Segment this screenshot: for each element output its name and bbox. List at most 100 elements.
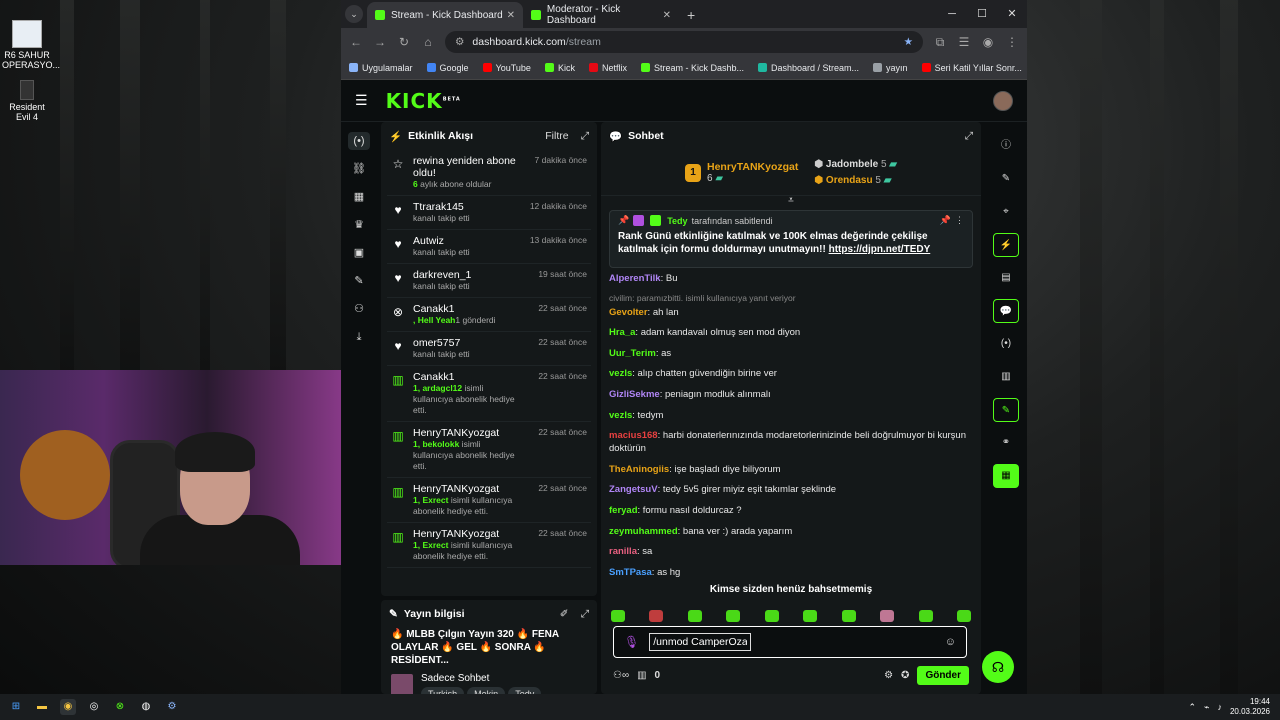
activity-item[interactable]: ⊗ Canakk1, Hell Yeah1 gönderdi 22 saat önc… <box>387 298 591 332</box>
extensions-icon[interactable]: ⧉ <box>933 35 947 50</box>
live-icon[interactable]: (•) <box>348 132 370 150</box>
chat-username[interactable]: TheAninogiis <box>609 464 669 475</box>
media-icon[interactable]: ☰ <box>957 35 971 49</box>
popout-icon[interactable]: ⤢ <box>581 130 589 143</box>
hamburger-menu-icon[interactable]: ☰ <box>355 92 368 109</box>
chat-message[interactable]: vezls: tedym <box>609 409 973 422</box>
chat-username[interactable]: macius168 <box>609 430 658 441</box>
bookmark-item[interactable]: Dashboard / Stream... <box>758 63 859 73</box>
forward-icon[interactable]: → <box>373 35 387 49</box>
close-tab-icon[interactable]: ✕ <box>507 10 515 21</box>
site-info-icon[interactable]: ⚙ <box>455 36 464 48</box>
chevron-up-icon[interactable]: ⌃ <box>1188 702 1196 713</box>
new-tab-button[interactable]: + <box>687 7 695 23</box>
reload-icon[interactable]: ↻ <box>397 35 411 49</box>
chat-message[interactable]: vezls: alıp chatten güvendiğin birine ve… <box>609 367 973 380</box>
emote-icon[interactable] <box>611 610 625 622</box>
obs-icon[interactable]: ◎ <box>86 699 102 715</box>
desktop-icon-resident-evil[interactable]: Resident Evil 4 <box>2 80 52 122</box>
chat-username[interactable]: SmTPasa <box>609 567 652 578</box>
activity-item[interactable]: ▥ HenryTANKyozgat 1, Exrect isimli kullanı… <box>387 523 591 568</box>
chat-username[interactable]: ranilla <box>609 546 637 557</box>
close-window-button[interactable]: ✕ <box>997 0 1027 28</box>
emote-icon[interactable] <box>880 610 895 622</box>
wrench-icon[interactable]: ✎ <box>348 272 370 290</box>
gift-icon[interactable]: ▥ <box>637 670 646 681</box>
windows-start-icon[interactable]: ⊞ <box>8 699 24 715</box>
chat-message[interactable]: macius168: harbi donaterlerınızında moda… <box>609 429 973 455</box>
chat-username[interactable]: ZangetsuV <box>609 484 658 495</box>
emote-icon[interactable] <box>956 610 971 622</box>
emote-icon[interactable] <box>918 610 933 622</box>
activity-item[interactable]: ♥ omer5757 kanalı takip etti 22 saat önce <box>387 332 591 366</box>
emoji-picker-icon[interactable]: ☺ <box>945 636 956 648</box>
tab-stream-dashboard[interactable]: Stream - Kick Dashboard ✕ <box>367 2 523 28</box>
bookmark-item[interactable]: Kick <box>544 63 575 73</box>
kick-logo[interactable]: KICKBETA <box>386 89 461 113</box>
link-icon[interactable]: ⛓ <box>348 160 370 178</box>
chat-username[interactable]: Hra_a <box>609 327 635 338</box>
users-icon[interactable]: ⚇ <box>348 300 370 318</box>
chat-message[interactable]: Gevolter: ah lan <box>609 306 973 319</box>
home-icon[interactable]: ⌂ <box>421 35 435 49</box>
bookmark-item[interactable]: Seri Katil Yıllar Sonr... <box>921 63 1022 73</box>
chat-username[interactable]: vezls <box>609 368 632 379</box>
chat-message[interactable]: feryad: formu nasıl doldurcaz ? <box>609 504 973 517</box>
emote-icon[interactable] <box>687 610 702 622</box>
activity-item[interactable]: ☆ rewina yeniden abone oldu! 6 aylık abone… <box>387 150 591 196</box>
link-tools-icon[interactable]: ⚇∞ <box>613 670 629 681</box>
edit-icon[interactable]: ✐ <box>560 608 569 621</box>
chat-username[interactable]: vezls <box>609 410 632 421</box>
activity-item[interactable]: ♥ Autwiz kanalı takip etti 13 dakika önce <box>387 230 591 264</box>
bookmark-item[interactable]: YouTube <box>482 63 531 73</box>
bookmark-item[interactable]: Google <box>426 63 469 73</box>
chat-username[interactable]: AlperenTilk <box>609 273 661 284</box>
bookmark-star-icon[interactable]: ★ <box>904 36 913 48</box>
popout-icon[interactable]: ⤢ <box>965 130 973 143</box>
info-icon[interactable]: ⓘ <box>993 134 1019 158</box>
volume-icon[interactable]: ♪ <box>1217 702 1222 712</box>
close-tab-icon[interactable]: ✕ <box>663 10 671 21</box>
desktop-icon-r6[interactable]: R6 SAHUR OPERASYO... <box>2 20 60 70</box>
minimize-button[interactable]: ─ <box>937 0 967 28</box>
bookmark-item[interactable]: Uygulamalar <box>349 63 413 73</box>
bookmark-item[interactable]: Netflix <box>588 63 627 73</box>
menu-icon[interactable]: ⋮ <box>1005 35 1019 49</box>
chat-username[interactable]: GizliSekme <box>609 389 660 400</box>
steam-icon[interactable]: ⚙ <box>164 699 180 715</box>
chat-input[interactable] <box>649 633 752 651</box>
chat-message[interactable]: zeymuhammed: bana ver :) arada yaparım <box>609 525 973 538</box>
download-icon[interactable]: ⤓ <box>348 328 370 346</box>
chat-message[interactable]: SmTPasa: as hg <box>609 566 973 578</box>
emote-icon[interactable] <box>841 610 856 622</box>
maximize-button[interactable]: ☐ <box>967 0 997 28</box>
lightning-icon[interactable]: ⚡ <box>993 233 1019 257</box>
activity-item[interactable]: ♥ Ttrarak145 kanalı takip etti 12 dakika ön… <box>387 196 591 230</box>
settings-gear-icon[interactable]: ⚙ <box>884 670 893 681</box>
activity-item[interactable]: ▥ Canakk1 1, ardagcl12 isimli kullanıcıya … <box>387 366 591 422</box>
chat-message[interactable]: TheAninogiis: işe başladı diye biliyorum <box>609 463 973 476</box>
focus-icon[interactable]: ⌖ <box>993 200 1019 224</box>
bookmark-item[interactable]: yayın <box>873 63 908 73</box>
chat-message[interactable]: Uur_Terim: as <box>609 347 973 360</box>
bookmark-item[interactable]: Stream - Kick Dashb... <box>640 63 744 73</box>
chat-message[interactable]: ZangetsuV: tedy 5v5 girer miyiz eşit tak… <box>609 483 973 496</box>
chat-message[interactable]: Hra_a: adam kandavalı olmuş sen mod diyo… <box>609 326 973 339</box>
broadcast-icon[interactable]: (•) <box>993 332 1019 356</box>
clapper-icon[interactable]: ▦ <box>993 464 1019 488</box>
back-icon[interactable]: ← <box>349 35 363 49</box>
xbox-icon[interactable]: ⊗ <box>112 699 128 715</box>
chat-message[interactable]: GizliSekme: peniagın modluk alınmalı <box>609 388 973 401</box>
chat-username[interactable]: Gevolter <box>609 307 648 318</box>
unpin-icon[interactable]: 📌 <box>940 215 951 226</box>
microphone-icon[interactable]: 🎙 <box>624 635 639 649</box>
activity-item[interactable]: ▥ HenryTANKyozgat 1, bekolokk isimli kulla… <box>387 422 591 478</box>
emote-icon[interactable] <box>649 610 664 622</box>
chrome-icon[interactable]: ◉ <box>60 699 76 715</box>
pencil-icon[interactable]: ✎ <box>993 167 1019 191</box>
activity-item[interactable]: ♥ darkreven_1 kanalı takip etti 19 saat önc… <box>387 264 591 298</box>
user-avatar[interactable] <box>993 90 1013 111</box>
chart-icon[interactable]: ▦ <box>348 188 370 206</box>
more-options-icon[interactable]: ⋮ <box>955 215 964 226</box>
emote-icon[interactable] <box>764 610 779 622</box>
